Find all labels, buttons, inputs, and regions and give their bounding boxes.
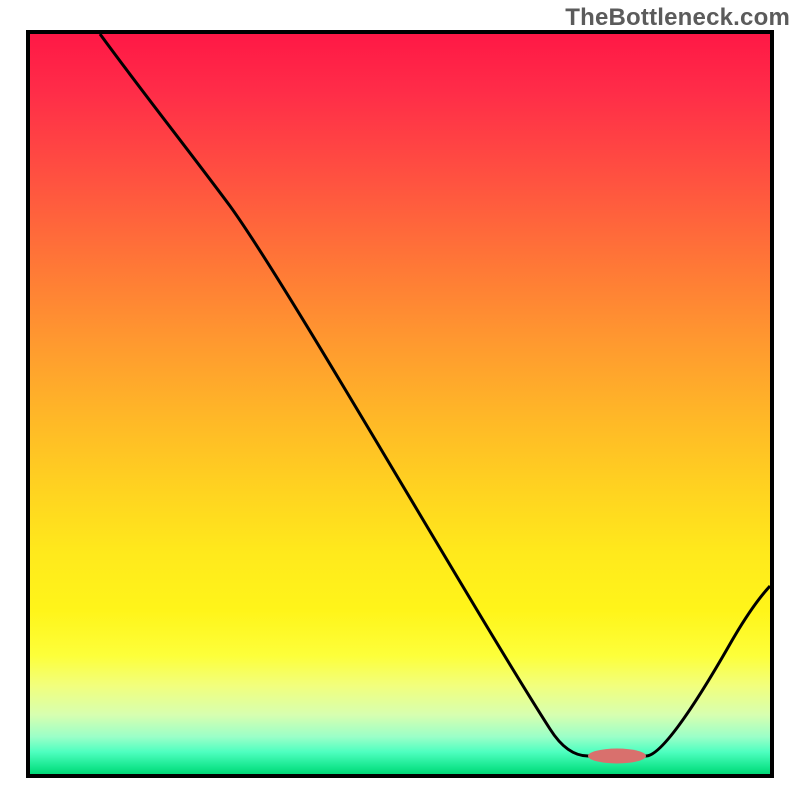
- optimal-marker: [588, 749, 646, 764]
- watermark-text: TheBottleneck.com: [565, 4, 790, 32]
- chart-svg: [30, 34, 770, 774]
- bottleneck-curve: [100, 34, 770, 756]
- plot-frame: [26, 30, 774, 778]
- chart-root: TheBottleneck.com: [0, 0, 800, 800]
